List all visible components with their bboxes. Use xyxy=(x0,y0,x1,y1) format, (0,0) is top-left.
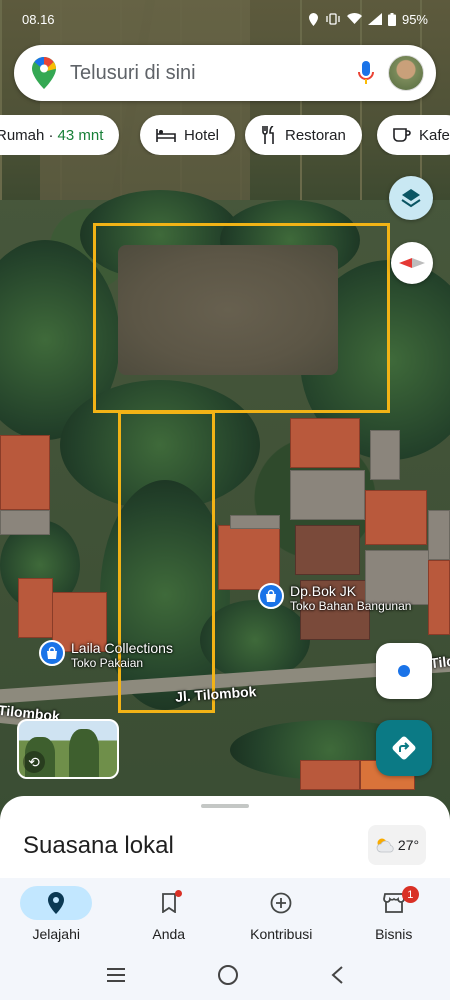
building-roof xyxy=(18,578,53,638)
home-icon[interactable] xyxy=(217,964,239,986)
nav-label: Bisnis xyxy=(375,926,413,942)
battery-percent: 95% xyxy=(401,11,428,27)
chip-label: Restoran xyxy=(285,126,346,144)
system-navigation-bar xyxy=(0,950,450,1000)
back-icon[interactable] xyxy=(330,965,344,985)
add-circle-icon xyxy=(270,892,292,914)
chip-hotel[interactable]: Hotel xyxy=(140,115,236,155)
coffee-icon xyxy=(393,128,411,142)
nav-business[interactable]: 1 Bisnis xyxy=(338,878,450,950)
building-roof xyxy=(0,510,50,535)
nav-icon-container xyxy=(245,886,317,920)
rotate-360-icon: ⟲ xyxy=(23,751,45,773)
microphone-icon[interactable] xyxy=(358,61,374,85)
bookmark-icon xyxy=(161,893,176,913)
battery-icon xyxy=(387,12,396,26)
chip-restaurant[interactable]: Restoran xyxy=(245,115,362,155)
my-location-icon xyxy=(396,663,412,679)
signal-icon xyxy=(367,13,382,25)
location-pin-icon xyxy=(48,892,65,914)
shopping-bag-icon xyxy=(258,583,284,609)
chip-label: Hotel xyxy=(184,126,220,144)
poi-laila-collections[interactable]: Laila Collections Toko Pakaian xyxy=(39,640,173,670)
poi-dp-bok-jk[interactable]: Dp.Bok JK Toko Bahan Bangunan xyxy=(258,583,411,613)
search-input[interactable]: Telusuri di sini xyxy=(70,62,358,85)
nav-you[interactable]: Anda xyxy=(113,878,226,950)
location-icon xyxy=(308,12,318,26)
partly-cloudy-icon xyxy=(376,838,394,853)
poi-category: Toko Pakaian xyxy=(71,656,144,670)
nav-contribute[interactable]: Kontribusi xyxy=(225,878,338,950)
compass-icon xyxy=(399,258,425,268)
nav-label: Anda xyxy=(152,926,186,942)
notification-dot xyxy=(174,890,182,897)
building-roof xyxy=(0,435,50,510)
fork-knife-icon xyxy=(262,126,274,144)
bottom-navigation: Jelajahi Anda Kontribusi 1 Bisnis xyxy=(0,878,450,950)
chip-travel-time: 43 mnt xyxy=(57,126,104,144)
nav-label: Jelajahi xyxy=(32,926,80,942)
weather-temperature: 27° xyxy=(397,837,420,853)
boundary-outline[interactable] xyxy=(93,223,390,413)
poi-name: Laila Collections xyxy=(71,640,173,656)
building-roof xyxy=(428,510,450,560)
nav-icon-container xyxy=(133,886,205,920)
street-view-thumbnail[interactable]: ⟲ xyxy=(17,719,119,779)
my-location-button[interactable] xyxy=(376,643,432,699)
google-maps-pin-icon xyxy=(32,57,56,89)
chip-label: Rumah · xyxy=(0,126,54,144)
chip-label: Kafe xyxy=(419,126,450,144)
avatar[interactable] xyxy=(388,55,424,91)
sheet-drag-handle[interactable] xyxy=(201,804,249,808)
poi-name: Dp.Bok JK xyxy=(290,583,357,599)
bed-icon xyxy=(156,129,176,142)
compass-button[interactable] xyxy=(391,242,433,284)
building-roof xyxy=(290,470,365,520)
building-roof xyxy=(428,560,450,635)
chip-cafe[interactable]: Kafe xyxy=(377,115,450,155)
nav-icon-container: 1 xyxy=(358,886,430,920)
tree-shape xyxy=(69,729,99,777)
building-roof xyxy=(290,418,360,468)
status-time: 08.16 xyxy=(22,11,55,27)
category-chips: Rumah · 43 mnt Hotel Restoran Kafe xyxy=(0,115,450,155)
directions-icon xyxy=(392,736,416,760)
building-roof xyxy=(365,490,427,545)
shopping-bag-icon xyxy=(39,640,65,666)
chip-home[interactable]: Rumah · 43 mnt xyxy=(0,115,120,155)
bottom-sheet[interactable]: Suasana lokal 27° xyxy=(0,796,450,886)
poi-category: Toko Bahan Bangunan xyxy=(290,599,412,613)
directions-button[interactable] xyxy=(376,720,432,776)
weather-badge[interactable]: 27° xyxy=(368,825,426,865)
notification-badge: 1 xyxy=(401,886,419,903)
layers-icon xyxy=(401,189,421,208)
building-roof xyxy=(218,525,280,590)
wifi-icon xyxy=(346,13,362,24)
nav-explore[interactable]: Jelajahi xyxy=(0,878,113,950)
building-roof xyxy=(370,430,400,480)
building-roof xyxy=(230,515,280,529)
status-bar: 08.16 95% xyxy=(0,0,450,38)
street-label: Tilombok xyxy=(429,648,450,672)
building-roof xyxy=(295,525,360,575)
nav-label: Kontribusi xyxy=(250,926,313,942)
sheet-title: Suasana lokal xyxy=(23,832,174,859)
search-bar[interactable]: Telusuri di sini xyxy=(14,45,436,101)
building-roof xyxy=(300,760,360,790)
recent-apps-icon[interactable] xyxy=(106,967,126,983)
layers-button[interactable] xyxy=(389,176,433,220)
nav-icon-container xyxy=(20,886,93,920)
vibrate-icon xyxy=(326,13,340,25)
